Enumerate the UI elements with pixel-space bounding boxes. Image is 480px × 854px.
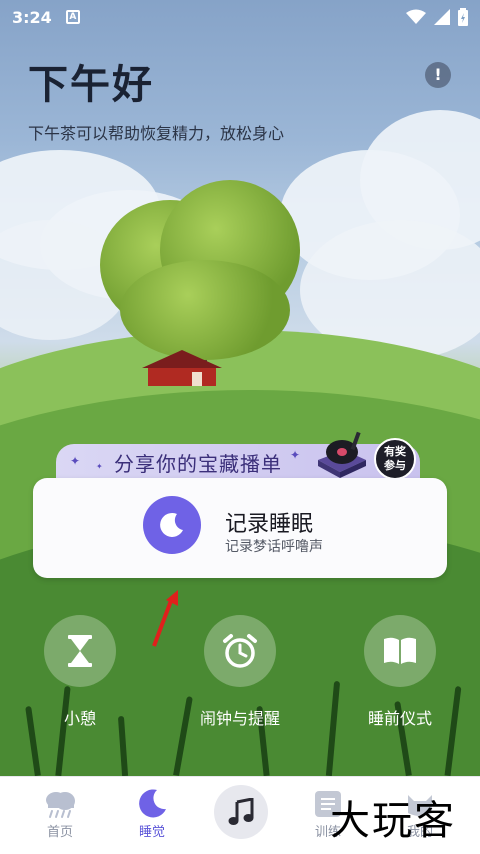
arrow-annotation-icon — [152, 590, 178, 647]
info-icon: ! — [434, 65, 442, 84]
badge-line1: 有奖 — [384, 445, 406, 458]
nav-home[interactable]: 首页 — [20, 787, 100, 840]
feature-label: 睡前仪式 — [367, 709, 432, 728]
playlist-share-banner[interactable]: ✦ ✦ 分享你的宝藏播单 ✦ 有奖 参与 — [56, 431, 420, 480]
sparkle-icon: ✦ — [70, 454, 81, 468]
alarm-clock-icon — [223, 634, 257, 668]
moon-icon — [139, 789, 166, 818]
hourglass-icon — [68, 635, 92, 667]
feature-label: 闹钟与提醒 — [199, 709, 280, 728]
moon-button[interactable] — [143, 496, 201, 554]
record-subtitle: 记录梦话呼噜声 — [225, 539, 323, 555]
music-note-icon — [228, 798, 254, 825]
moon-icon — [160, 512, 183, 537]
status-time: 3:24 — [12, 7, 52, 27]
book-icon — [384, 637, 416, 664]
record-sleep-card[interactable]: 记录睡眠 记录梦话呼噜声 — [33, 478, 447, 578]
feature-alarm[interactable]: 闹钟与提醒 — [180, 615, 300, 729]
cloud-rain-icon — [46, 792, 75, 818]
badge-line2: 参与 — [384, 459, 406, 472]
sparkle-icon: ✦ — [96, 462, 103, 471]
nav-music-button[interactable] — [214, 785, 268, 839]
nap-button[interactable] — [44, 615, 116, 687]
ritual-button[interactable] — [364, 615, 436, 687]
alarm-button[interactable] — [204, 615, 276, 687]
info-button[interactable]: ! — [425, 62, 451, 88]
feature-label: 小憩 — [63, 709, 96, 728]
sparkle-icon: ✦ — [290, 448, 301, 462]
greeting-subtitle: 下午茶可以帮助恢复精力，放松身心 — [28, 124, 285, 143]
feature-bedtime-ritual[interactable]: 睡前仪式 — [340, 615, 460, 729]
nav-label: 睡觉 — [138, 825, 165, 840]
battery-icon — [458, 8, 468, 26]
reward-badge: 有奖 参与 — [374, 438, 416, 480]
record-player-icon — [318, 431, 366, 478]
status-icons — [406, 8, 468, 26]
nav-sleep[interactable]: 睡觉 — [112, 787, 192, 840]
record-title: 记录睡眠 — [225, 512, 314, 537]
watermark-text: 大玩客 — [330, 798, 456, 844]
signal-icon — [434, 9, 450, 25]
banner-text: 分享你的宝藏播单 — [114, 452, 282, 476]
status-bar: 3:24 A — [0, 0, 480, 34]
nav-label: 首页 — [46, 825, 73, 840]
feature-nap[interactable]: 小憩 — [20, 615, 140, 729]
wifi-icon — [406, 9, 426, 24]
greeting-title: 下午好 — [28, 62, 154, 108]
notification-icon: A — [65, 10, 80, 24]
